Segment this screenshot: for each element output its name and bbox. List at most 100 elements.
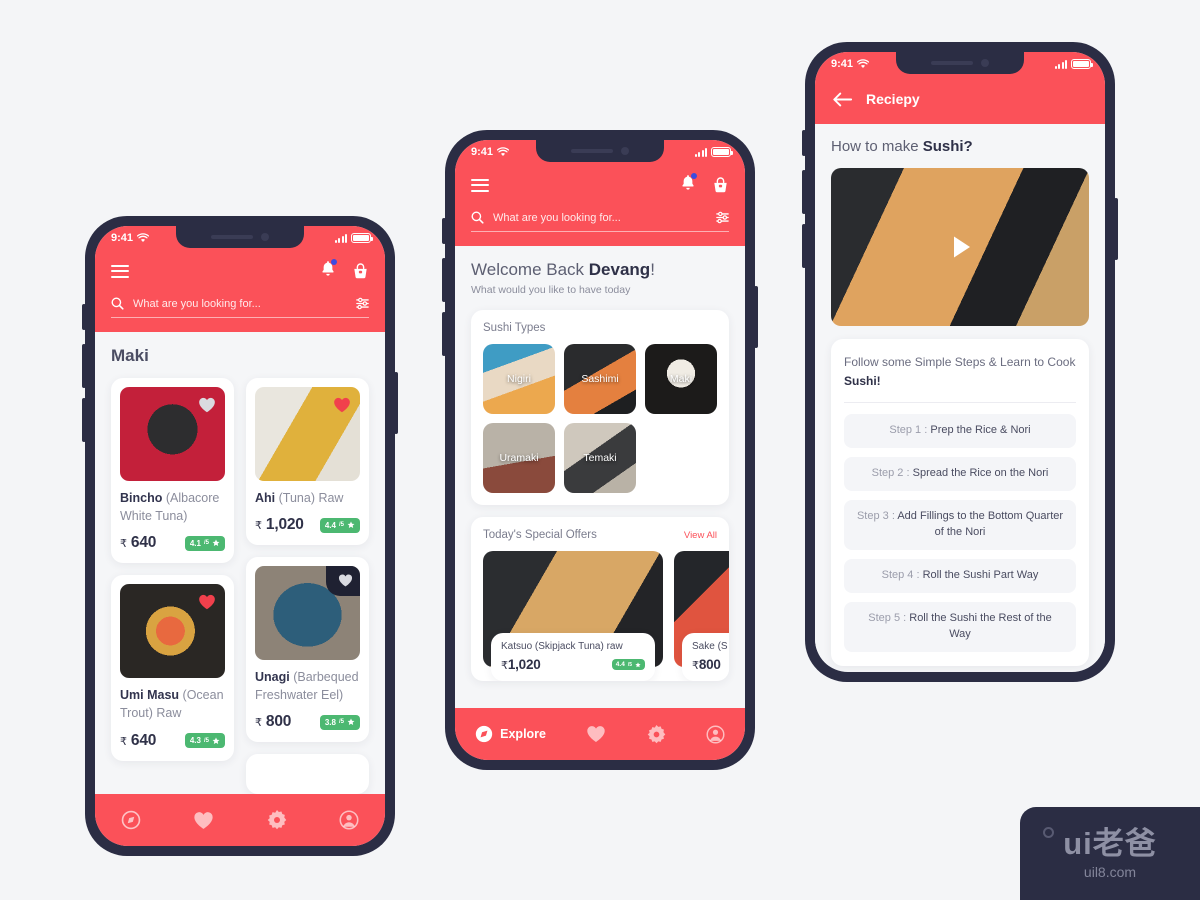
heart-icon <box>194 811 214 829</box>
product-card-ahi[interactable]: Ahi (Tuna) Raw ₹ 1,020 4.4/5 <box>246 378 369 546</box>
favorite-icon[interactable] <box>198 396 216 414</box>
phone1-power-button[interactable] <box>394 372 398 434</box>
product-card-umi-masu[interactable]: Umi Masu (Ocean Trout) Raw ₹ 640 4.3/5 <box>111 575 234 761</box>
product-price: ₹ 800 <box>255 713 292 731</box>
type-tile-uramaki[interactable]: Uramaki <box>483 423 555 493</box>
notification-badge <box>331 259 337 265</box>
phone1-mute-switch[interactable] <box>82 304 86 330</box>
offer-card-katsuo[interactable]: Katsuo (Skipjack Tuna) raw ₹1,020 4.4/5 <box>483 551 663 681</box>
phone-2-frame: 9:41 What are you looking for... Welcome… <box>442 130 758 770</box>
view-all-link[interactable]: View All <box>684 530 717 541</box>
account-icon <box>339 810 359 830</box>
product-price: ₹ 640 <box>120 534 157 552</box>
favorite-icon[interactable] <box>338 573 353 588</box>
phone3-mute-switch[interactable] <box>802 130 806 156</box>
steps-intro: Follow some Simple Steps & Learn to Cook… <box>844 355 1076 388</box>
phone2-volume-down[interactable] <box>442 312 446 356</box>
product-card-unagi[interactable]: Unagi (Barbequed Freshwater Eel) ₹ 800 3… <box>246 557 369 743</box>
earpiece-speaker <box>211 235 253 239</box>
favorite-icon[interactable] <box>198 593 216 611</box>
nav-explore[interactable]: Explore <box>475 725 546 743</box>
menu-icon[interactable] <box>111 261 129 281</box>
play-icon[interactable] <box>943 230 977 264</box>
type-tile-sashimi[interactable]: Sashimi <box>564 344 636 414</box>
product-card-bincho[interactable]: Bincho (Albacore White Tuna) ₹ 640 4.1/5 <box>111 378 234 564</box>
nav-account[interactable] <box>706 724 725 744</box>
heart-icon <box>587 726 605 742</box>
divider <box>844 402 1076 404</box>
offer-price: ₹800 <box>692 657 721 672</box>
notifications-button[interactable] <box>680 173 697 196</box>
phone2-search-bar[interactable]: What are you looking for... <box>471 211 729 232</box>
recipe-step-4[interactable]: Step 4 : Roll the Sushi Part Way <box>844 558 1076 593</box>
gear-icon <box>647 724 665 743</box>
appbar-title: Reciepy <box>866 91 920 107</box>
phone2-bottom-nav: Explore <box>455 708 745 760</box>
product-image <box>120 387 225 481</box>
phone2-mute-switch[interactable] <box>442 218 446 244</box>
offers-title: Today's Special Offers <box>483 529 597 541</box>
phone-1-frame: 9:41 What are you looking for... Maki Bi… <box>82 216 398 856</box>
phone1-content: Maki Bincho (Albacore White Tuna) ₹ 640 … <box>95 332 385 795</box>
recipe-heading: How to make Sushi? <box>831 138 973 155</box>
recipe-step-3[interactable]: Step 3 : Add Fillings to the Bottom Quar… <box>844 500 1076 550</box>
nav-account[interactable] <box>339 810 359 830</box>
recipe-step-2[interactable]: Step 2 : Spread the Rice on the Nori <box>844 457 1076 492</box>
phone1-volume-up[interactable] <box>82 344 86 388</box>
nav-settings[interactable] <box>647 724 666 744</box>
phone1-bottom-nav <box>95 794 385 846</box>
nav-favorites[interactable] <box>586 725 606 743</box>
rating-badge: 4.3/5 <box>184 733 225 748</box>
type-tile-nigiri[interactable]: Nigiri <box>483 344 555 414</box>
phone3-volume-up[interactable] <box>802 170 806 214</box>
offer-card-sake[interactable]: Sake (S ₹800 <box>674 551 729 681</box>
earpiece-speaker <box>571 149 613 153</box>
filter-icon[interactable] <box>716 211 729 224</box>
phone2-power-button[interactable] <box>754 286 758 348</box>
wifi-icon <box>497 147 510 157</box>
battery-icon <box>351 233 373 243</box>
favorite-icon[interactable] <box>333 396 351 414</box>
phone2-notch <box>536 140 664 162</box>
recipe-video-player[interactable] <box>831 168 1089 326</box>
phone1-search-bar[interactable]: What are you looking for... <box>111 297 369 318</box>
cart-icon[interactable] <box>712 176 729 194</box>
phone-1-screen: 9:41 What are you looking for... Maki Bi… <box>95 226 385 846</box>
front-camera <box>261 233 269 241</box>
front-camera <box>621 147 629 155</box>
menu-icon[interactable] <box>471 175 489 195</box>
nav-settings[interactable] <box>267 810 287 830</box>
rating-badge: 4.1/5 <box>184 535 225 551</box>
watermark-brand: ui老爸 <box>1063 825 1157 861</box>
phone3-notch <box>896 52 1024 74</box>
wifi-icon <box>857 59 870 69</box>
phone3-power-button[interactable] <box>1114 198 1118 260</box>
watermark-dot-icon <box>1043 827 1054 838</box>
type-tile-temaki[interactable]: Temaki <box>564 423 636 493</box>
nav-favorites[interactable] <box>193 811 214 830</box>
product-price: ₹ 1,020 <box>255 516 304 534</box>
product-card-next-partial[interactable] <box>246 754 369 795</box>
star-icon <box>347 718 355 726</box>
cart-icon[interactable] <box>352 262 369 280</box>
phone1-volume-down[interactable] <box>82 398 86 442</box>
notifications-button[interactable] <box>320 259 337 282</box>
search-icon <box>111 297 124 310</box>
watermark: ui老爸 uil8.com <box>1020 807 1200 900</box>
type-tile-maki[interactable]: Maki <box>645 344 717 414</box>
nav-explore[interactable] <box>121 810 141 830</box>
search-input[interactable]: What are you looking for... <box>133 298 347 310</box>
search-icon <box>471 211 484 224</box>
back-arrow-icon[interactable] <box>833 92 852 107</box>
phone-2-screen: 9:41 What are you looking for... Welcome… <box>455 140 745 760</box>
cellular-signal-icon <box>694 147 707 157</box>
recipe-step-1[interactable]: Step 1 : Prep the Rice & Nori <box>844 414 1076 449</box>
offer-name: Katsuo (Skipjack Tuna) raw <box>501 641 623 652</box>
star-icon <box>212 736 220 744</box>
phone3-volume-down[interactable] <box>802 224 806 268</box>
status-time: 9:41 <box>831 58 854 70</box>
filter-icon[interactable] <box>356 297 369 310</box>
search-input[interactable]: What are you looking for... <box>493 212 707 224</box>
recipe-step-5[interactable]: Step 5 : Roll the Sushi the Rest of the … <box>844 601 1076 652</box>
phone2-volume-up[interactable] <box>442 258 446 302</box>
